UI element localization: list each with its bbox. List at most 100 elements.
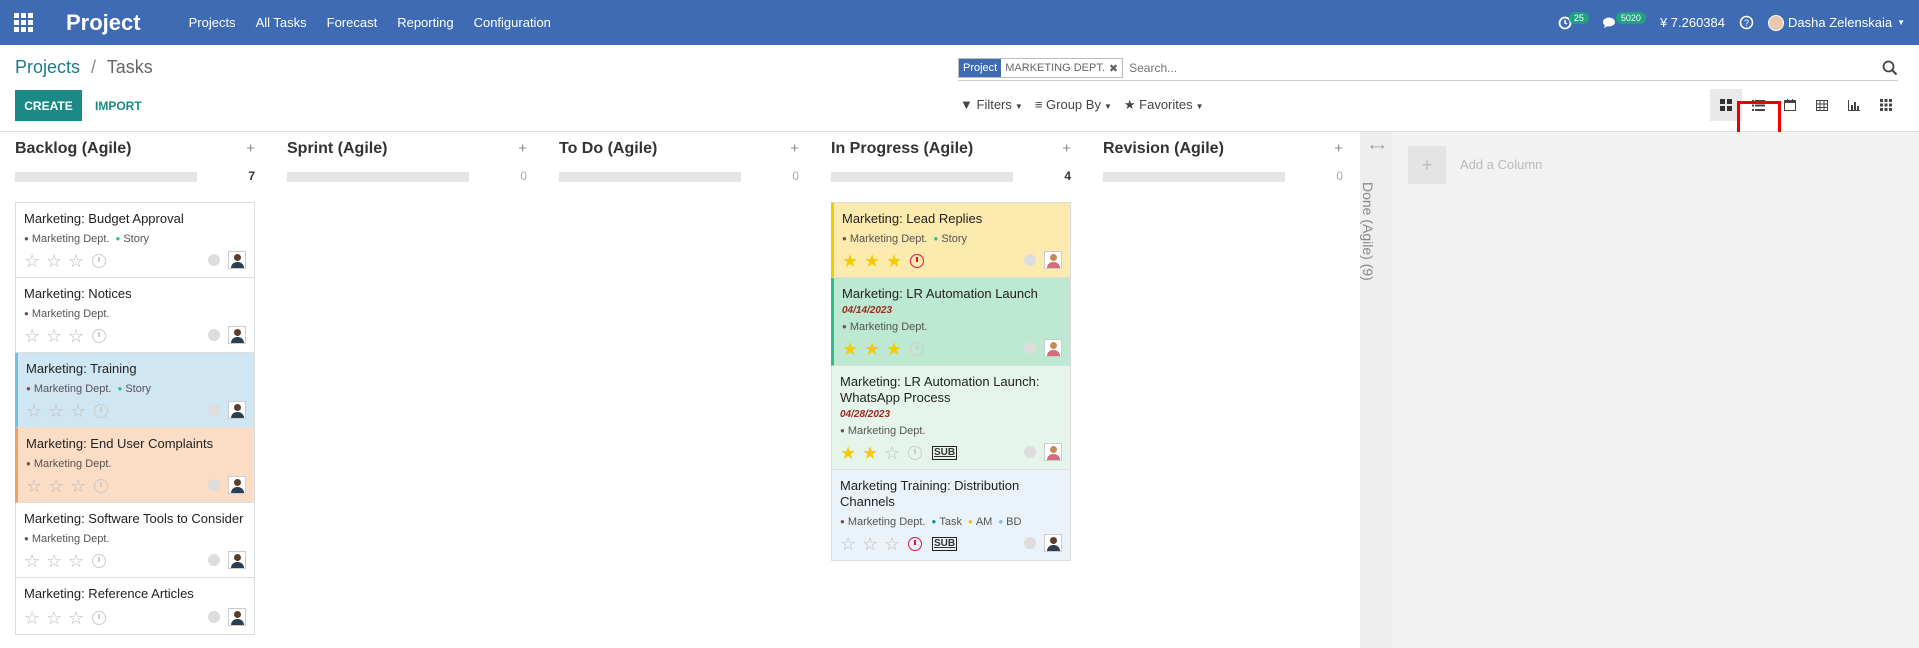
user-menu[interactable]: Dasha Zelenskaia ▼ [1768, 14, 1905, 31]
assignee-avatar[interactable] [228, 551, 246, 569]
priority-star-icon[interactable]: ★ [840, 443, 862, 464]
import-button[interactable]: IMPORT [95, 90, 142, 121]
priority-star-icon[interactable]: ☆ [46, 551, 68, 572]
priority-star-icon[interactable]: ☆ [884, 443, 906, 464]
task-card[interactable]: Marketing: Software Tools to Consider Mar… [15, 503, 255, 578]
priority-star-icon[interactable]: ★ [864, 251, 886, 272]
activity-clock-icon[interactable] [92, 329, 106, 343]
kanban-state-icon[interactable] [1024, 446, 1036, 458]
priority-star-icon[interactable]: ☆ [46, 251, 68, 272]
assignee-avatar[interactable] [228, 608, 246, 626]
assignee-avatar[interactable] [1044, 251, 1062, 269]
kanban-state-icon[interactable] [208, 611, 220, 623]
priority-star-icon[interactable]: ☆ [46, 326, 68, 347]
priority-star-icon[interactable]: ☆ [46, 608, 68, 629]
task-card[interactable]: Marketing: Training Marketing Dept. Story ☆… [15, 353, 255, 428]
task-card[interactable]: Marketing: Reference Articles ☆ ☆ ☆ [15, 578, 255, 635]
menu-all-tasks[interactable]: All Tasks [246, 15, 317, 30]
activity-clock-icon[interactable] [94, 479, 108, 493]
facet-remove-icon[interactable]: ✖ [1109, 62, 1122, 75]
add-column-label[interactable]: Add a Column [1460, 157, 1542, 172]
task-card[interactable]: Marketing: NoticesMarketing Dept.☆☆☆ [15, 278, 255, 353]
priority-star-icon[interactable]: ☆ [26, 476, 48, 497]
priority-star-icon[interactable]: ★ [886, 339, 908, 360]
priority-star-icon[interactable]: ☆ [840, 534, 862, 555]
activity-clock-icon[interactable] [910, 254, 924, 268]
menu-reporting[interactable]: Reporting [387, 15, 463, 30]
priority-star-icon[interactable]: ☆ [68, 251, 90, 272]
priority-star-icon[interactable]: ☆ [68, 326, 90, 347]
assignee-avatar[interactable] [1044, 339, 1062, 357]
search-icon[interactable] [1882, 60, 1898, 76]
column-quick-add-icon[interactable]: + [518, 140, 527, 157]
column-title[interactable]: Revision (Agile) [1103, 140, 1343, 158]
group-by-dropdown[interactable]: ≡ Group By ▼ [1035, 97, 1112, 113]
kanban-state-icon[interactable] [208, 554, 220, 566]
assignee-avatar[interactable] [1044, 443, 1062, 461]
help-icon[interactable]: ? [1739, 15, 1754, 30]
kanban-state-icon[interactable] [1024, 342, 1036, 354]
priority-star-icon[interactable]: ☆ [70, 476, 92, 497]
graph-view-button[interactable] [1838, 89, 1870, 121]
breadcrumb-projects[interactable]: Projects [15, 57, 80, 77]
kanban-state-icon[interactable] [1024, 537, 1036, 549]
activity-clock-icon[interactable] [92, 611, 106, 625]
assignee-avatar[interactable] [1044, 534, 1062, 552]
column-title[interactable]: To Do (Agile) [559, 140, 799, 158]
kanban-state-icon[interactable] [1024, 254, 1036, 266]
priority-star-icon[interactable]: ☆ [68, 551, 90, 572]
activity-button[interactable]: 25 [1558, 11, 1589, 30]
task-card[interactable]: Marketing Training: Distribution Channel… [831, 470, 1071, 561]
create-button[interactable]: CREATE [15, 90, 82, 121]
priority-star-icon[interactable]: ☆ [24, 608, 46, 629]
column-quick-add-icon[interactable]: + [246, 140, 255, 157]
priority-star-icon[interactable]: ★ [842, 339, 864, 360]
priority-star-icon[interactable]: ☆ [70, 401, 92, 422]
priority-star-icon[interactable]: ☆ [24, 551, 46, 572]
activity-clock-icon[interactable] [910, 342, 924, 356]
subtask-icon[interactable]: SUB [932, 537, 958, 551]
filters-dropdown[interactable]: ▼ Filters ▼ [960, 97, 1023, 113]
kanban-state-icon[interactable] [208, 329, 220, 341]
priority-star-icon[interactable]: ☆ [68, 608, 90, 629]
activity-clock-icon[interactable] [92, 554, 106, 568]
task-card[interactable]: Marketing: LR Automation Launch 04/14/202… [831, 278, 1071, 366]
pivot-view-button[interactable] [1806, 89, 1838, 121]
search-input[interactable] [1129, 61, 1870, 75]
task-card[interactable]: Marketing: LR Automation Launch: WhatsAp… [831, 366, 1071, 470]
kanban-state-icon[interactable] [208, 404, 220, 416]
activity-clock-icon[interactable] [92, 254, 106, 268]
column-quick-add-icon[interactable]: + [1062, 140, 1071, 157]
task-card[interactable]: Marketing: Budget Approval Marketing Dept… [15, 202, 255, 278]
messages-button[interactable]: 5020 [1602, 11, 1646, 30]
priority-star-icon[interactable]: ☆ [48, 401, 70, 422]
kanban-state-icon[interactable] [208, 254, 220, 266]
priority-star-icon[interactable]: ★ [842, 251, 864, 272]
task-card[interactable]: Marketing: Lead Replies Marketing Dept. St… [831, 202, 1071, 278]
column-quick-add-icon[interactable]: + [790, 140, 799, 157]
activity-view-button[interactable] [1870, 89, 1902, 121]
column-title[interactable]: Sprint (Agile) [287, 140, 527, 158]
activity-clock-icon[interactable] [94, 404, 108, 418]
activity-clock-icon[interactable] [908, 446, 922, 460]
priority-star-icon[interactable]: ☆ [884, 534, 906, 555]
task-card[interactable]: Marketing: End User Complaints Marketing … [15, 428, 255, 503]
app-title[interactable]: Project [66, 10, 141, 36]
column-title[interactable]: In Progress (Agile) [831, 140, 1071, 158]
favorites-dropdown[interactable]: ★ Favorites ▼ [1124, 97, 1204, 113]
priority-star-icon[interactable]: ☆ [48, 476, 70, 497]
priority-star-icon[interactable]: ☆ [24, 251, 46, 272]
column-title[interactable]: Backlog (Agile) [15, 140, 255, 158]
priority-star-icon[interactable]: ☆ [862, 534, 884, 555]
subtask-icon[interactable]: SUB [932, 446, 958, 460]
assignee-avatar[interactable] [228, 401, 246, 419]
assignee-avatar[interactable] [228, 326, 246, 344]
apps-menu-icon[interactable] [0, 0, 46, 45]
priority-star-icon[interactable]: ☆ [26, 401, 48, 422]
folded-column-done[interactable]: ⟷ Done (Agile) (9) [1360, 132, 1392, 648]
priority-star-icon[interactable]: ★ [886, 251, 908, 272]
assignee-avatar[interactable] [228, 251, 246, 269]
priority-star-icon[interactable]: ★ [862, 443, 884, 464]
column-quick-add-icon[interactable]: + [1334, 140, 1343, 157]
priority-star-icon[interactable]: ☆ [24, 326, 46, 347]
